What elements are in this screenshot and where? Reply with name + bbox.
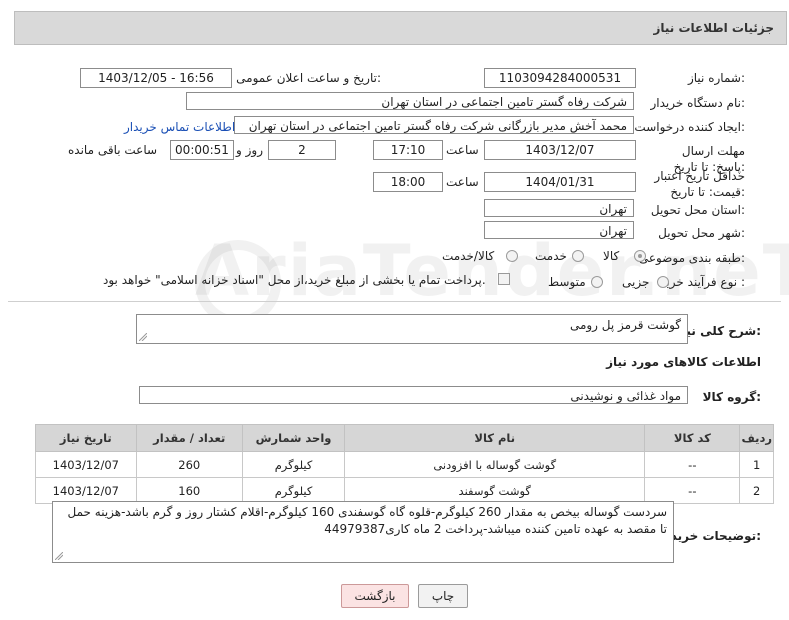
col-quantity: تعداد / مقدار [135,424,243,452]
days-label: روز و [236,143,263,157]
treasury-payment-checkbox[interactable] [498,273,510,285]
buyer-org-field: شرکت رفاه گستر تامین اجتماعی در استان ته… [186,92,634,110]
buyer-notes-field: سردست گوساله بیخص به مقدار 260 کیلوگرم-ق… [52,501,674,563]
buyer-org-label: نام دستگاه خریدار: [650,96,746,110]
col-row-number: ردیف [739,424,774,452]
purchase-minor-radio[interactable] [657,276,669,288]
need-number-label: شماره نیاز: [687,71,745,85]
price-time-field: 18:00 [373,172,443,192]
cell-goods-code: -- [644,451,741,478]
reply-date-field: 1403/12/07 [484,140,636,160]
back-button[interactable]: بازگشت [341,584,409,608]
cell-goods-name: گوشت گوساله با افزودنی [344,451,646,478]
section-divider [8,301,781,302]
province-field: تهران [484,199,634,217]
category-label: طبقه بندی موضوعی: [638,251,745,265]
category-both-radio[interactable] [506,250,518,262]
col-need-date: تاریخ نیاز [35,424,137,452]
cell-row-number: 2 [739,477,774,504]
purchase-minor-label: جزیی [622,275,650,289]
category-both-label: کالا/خدمت [442,249,495,263]
table-header-row: تاریخ نیاز تعداد / مقدار واحد شمارش نام … [35,424,774,452]
goods-group-field: مواد غذائی و نوشیدنی [139,386,688,404]
goods-table: تاریخ نیاز تعداد / مقدار واحد شمارش نام … [35,424,774,504]
page-header: جزئیات اطلاعات نیاز [14,11,787,45]
city-field: تهران [484,221,634,239]
reply-time-field: 17:10 [373,140,443,160]
cell-unit: کیلوگرم [241,451,346,478]
table-row: 1403/12/07 160 کیلوگرم گوشت گوسفند -- 2 [35,477,774,504]
cell-goods-code: -- [644,477,741,504]
purchase-type-label: نوع فرآیند خرید : [660,275,745,289]
summary-text: گوشت قرمز پل رومی [569,318,681,332]
price-date-field: 1404/01/31 [484,172,636,192]
remaining-time-field: 00:00:51 [170,140,234,160]
buyer-notes-label: توضیحات خریدار: [659,529,761,543]
buyer-contact-link[interactable]: اطلاعات تماس خریدار [124,120,235,134]
need-number-field: 1103094284000531 [484,68,636,88]
remaining-days-field: 2 [268,140,336,160]
resize-handle-icon[interactable] [139,333,147,341]
purchase-medium-label: متوسط [548,275,586,289]
province-label: استان محل تحویل: [650,203,745,217]
purchase-medium-radio[interactable] [591,276,603,288]
cell-row-number: 1 [739,451,774,478]
table-row: 1403/12/07 260 کیلوگرم گوشت گوساله با اف… [35,451,774,478]
category-service-label: خدمت [535,249,567,263]
cell-quantity: 160 [135,477,243,504]
announce-date-label: تاریخ و ساعت اعلان عمومی: [236,71,381,85]
resize-handle-icon[interactable] [55,552,63,560]
category-service-radio[interactable] [572,250,584,262]
cell-quantity: 260 [135,451,243,478]
goods-section-title: اطلاعات کالاهای مورد نیاز [606,355,761,369]
city-label: شهر محل تحویل: [658,226,745,240]
goods-group-label: گروه کالا: [702,390,761,404]
reply-time-label: ساعت [446,143,479,157]
page-title: جزئیات اطلاعات نیاز [653,21,774,35]
col-goods-name: نام کالا [344,424,646,452]
price-time-label: ساعت [446,175,479,189]
price-validity-label: حداقل تاریخ اعتبار قیمت: تا تاریخ: [654,169,745,199]
cell-need-date: 1403/12/07 [35,451,137,478]
remaining-label: ساعت باقی مانده [68,143,158,157]
creator-label: ایجاد کننده درخواست: [634,120,745,134]
cell-unit: کیلوگرم [241,477,346,504]
buyer-notes-text: سردست گوساله بیخص به مقدار 260 کیلوگرم-ق… [67,505,668,536]
creator-field: محمد آخش مدیر بازرگانی شرکت رفاه گستر تا… [234,116,634,134]
summary-field: گوشت قرمز پل رومی [136,314,688,344]
print-button[interactable]: چاپ [418,584,468,608]
category-goods-radio[interactable] [634,250,646,262]
category-goods-label: کالا [603,249,620,263]
watermark-text: AriaTender.neT [195,230,789,312]
col-unit: واحد شمارش [241,424,346,452]
cell-need-date: 1403/12/07 [35,477,137,504]
cell-goods-name: گوشت گوسفند [344,477,646,504]
treasury-payment-note: پرداخت تمام یا بخشی از مبلغ خرید،از محل … [103,273,486,287]
announce-date-field: 1403/12/05 - 16:56 [80,68,232,88]
col-goods-code: کد کالا [644,424,741,452]
